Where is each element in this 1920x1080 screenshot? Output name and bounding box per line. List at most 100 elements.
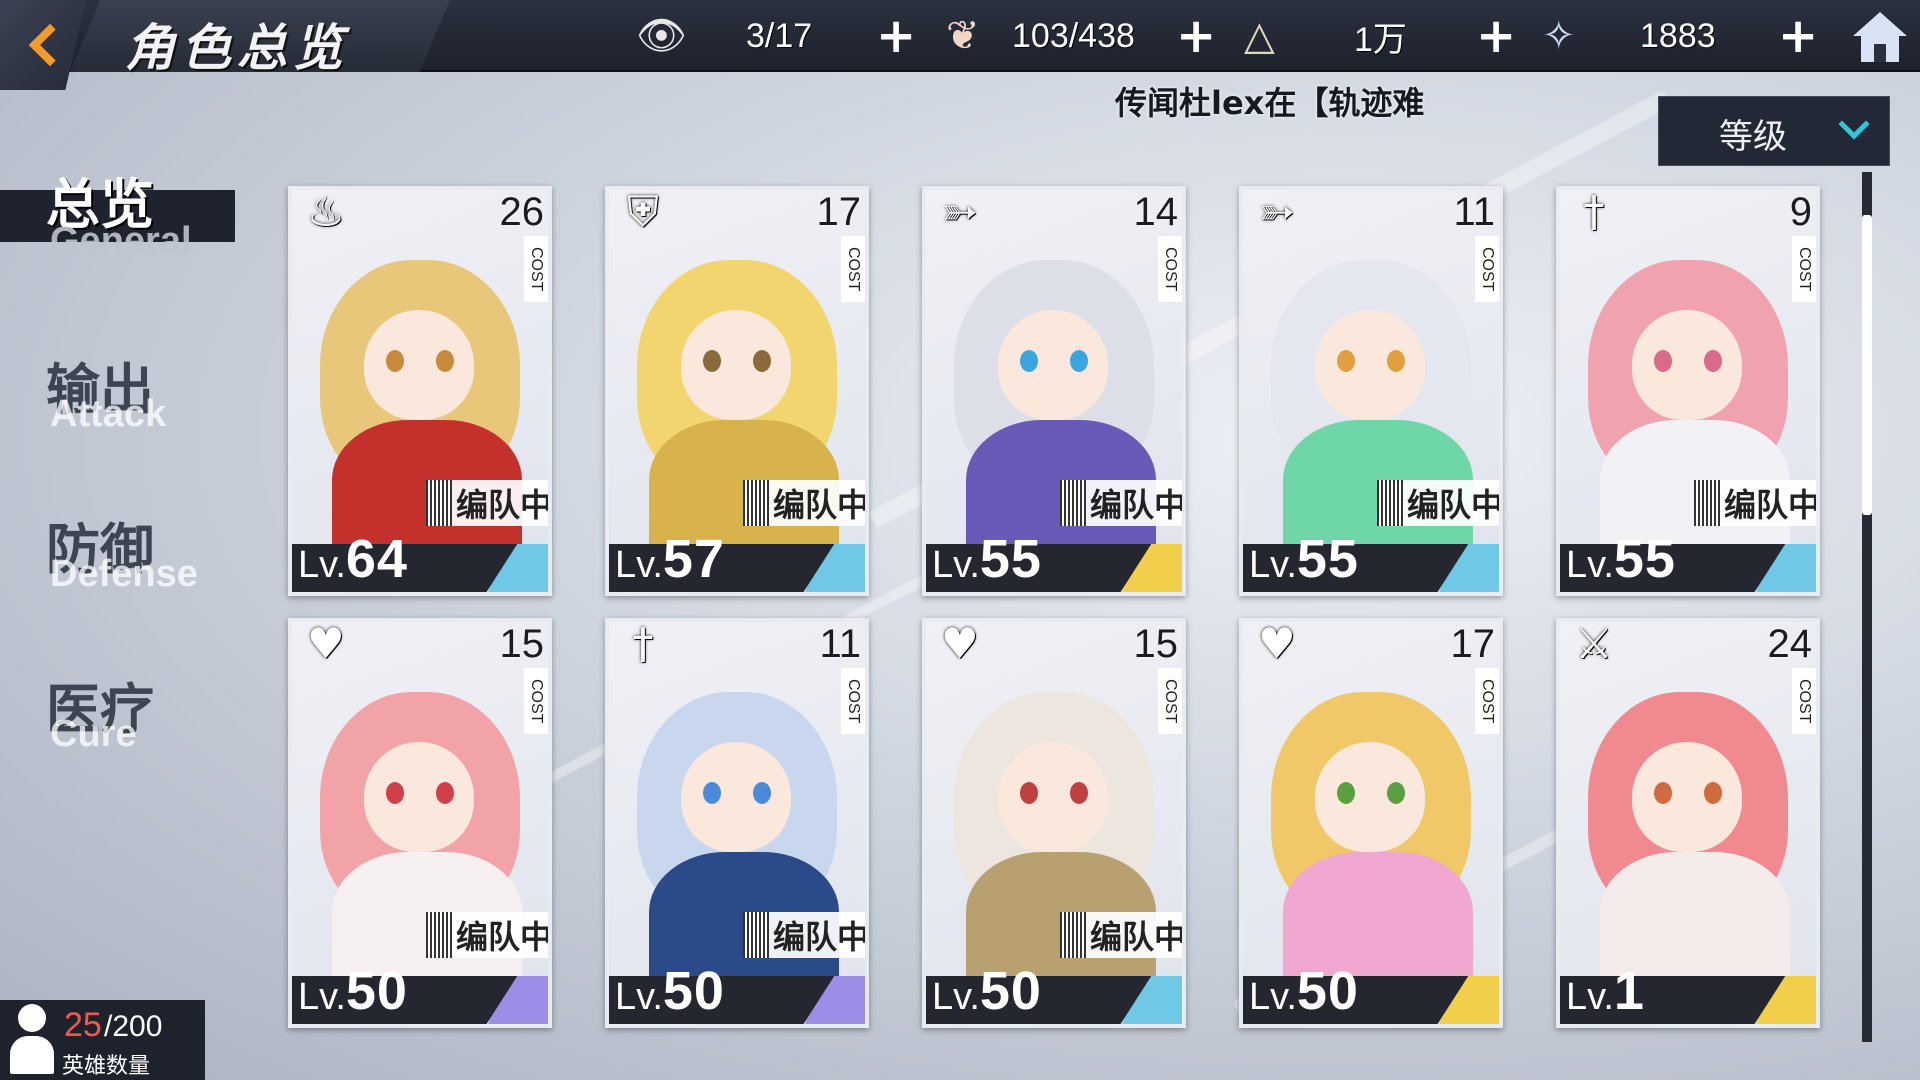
resource-pyramid-value: 1万 [1354, 12, 1407, 60]
resource-value: 103/438 [1012, 16, 1135, 55]
hero-eye [1337, 782, 1355, 804]
heart-wing-icon: ♥ [307, 619, 345, 668]
level-prefix: Lv. [932, 544, 980, 586]
barcode-icon [743, 912, 769, 958]
hero-eye [386, 350, 404, 372]
hero-level: Lv.55 [932, 528, 1042, 590]
add-eye-button[interactable]: + [876, 12, 916, 60]
page-title: 角色总览 [125, 18, 349, 77]
heart-wing-icon: ♥ [1258, 619, 1296, 668]
level-number: 50 [662, 961, 725, 1021]
back-arrow-icon [28, 23, 72, 67]
heart-wing-icon: ♥ [941, 619, 979, 668]
hero-face [681, 310, 791, 420]
hero-level: Lv.50 [932, 960, 1042, 1022]
back-button[interactable] [0, 0, 86, 90]
hero-card[interactable]: † 9 COST 编队中 Lv.55 [1556, 186, 1820, 596]
level-number: 57 [662, 529, 725, 589]
hero-level: Lv.50 [298, 960, 408, 1022]
hero-card[interactable]: ➳ 14 COST 编队中 Lv.55 [922, 186, 1186, 596]
hero-card[interactable]: ♥ 17 COST Lv.50 [1239, 618, 1503, 1028]
sort-dropdown[interactable]: 等级 [1658, 96, 1890, 166]
hero-cost: 11 [1453, 190, 1495, 234]
hero-level: Lv.50 [1249, 960, 1359, 1022]
level-prefix: Lv. [298, 976, 346, 1018]
level-prefix: Lv. [1566, 976, 1614, 1018]
level-prefix: Lv. [298, 544, 346, 586]
in-team-label: 编队中 [773, 918, 869, 956]
level-number: 1 [1613, 961, 1645, 1021]
hero-eye [1070, 350, 1088, 372]
resource-pyramid: △ [1244, 12, 1275, 60]
cost-label: COST [841, 668, 865, 734]
star-crystal-icon: ✧ [1542, 13, 1576, 59]
barcode-icon [426, 480, 452, 526]
home-icon [1853, 12, 1907, 62]
hero-cost: 14 [1133, 190, 1179, 234]
hero-card[interactable]: ♥ 15 COST 编队中 Lv.50 [288, 618, 552, 1028]
hero-eye [703, 782, 721, 804]
barcode-icon [1377, 480, 1403, 526]
category-cure[interactable]: 医疗 Cure [0, 665, 250, 765]
cost-label: COST [524, 236, 548, 302]
chevron-down-icon [1838, 108, 1870, 140]
category-general[interactable]: 总览 General [0, 160, 250, 270]
add-star-button[interactable]: + [1778, 12, 1818, 60]
sword-icon: † [1583, 187, 1605, 236]
cost-label: COST [524, 668, 548, 734]
hero-card[interactable]: ♨ 26 COST 编队中 Lv.64 [288, 186, 552, 596]
hero-eye [753, 782, 771, 804]
level-number: 50 [345, 961, 408, 1021]
hero-eye [386, 782, 404, 804]
category-attack[interactable]: 输出 Attack [0, 345, 250, 445]
hero-eye [1654, 782, 1672, 804]
hero-eye [1387, 350, 1405, 372]
hero-eye [1020, 782, 1038, 804]
hero-face [364, 742, 474, 852]
hero-level: Lv.1 [1566, 960, 1645, 1022]
flame-icon: ♨ [307, 187, 345, 236]
sword-icon: † [632, 619, 654, 668]
scrollbar-thumb[interactable] [1862, 215, 1872, 515]
hero-card[interactable]: ⚔ 24 COST Lv.1 [1556, 618, 1820, 1028]
hero-eye [1387, 782, 1405, 804]
barcode-icon [1060, 480, 1086, 526]
hero-card[interactable]: ➳ 11 COST 编队中 Lv.55 [1239, 186, 1503, 596]
in-team-label: 编队中 [456, 486, 552, 524]
category-label-en: Cure [50, 713, 137, 755]
in-team-badge: 编队中 [743, 480, 865, 526]
hero-eye [1654, 350, 1672, 372]
hero-card[interactable]: ⛨ 17 COST 编队中 Lv.57 [605, 186, 869, 596]
barcode-icon [1694, 480, 1720, 526]
in-team-label: 编队中 [1407, 486, 1503, 524]
hero-card[interactable]: † 11 COST 编队中 Lv.50 [605, 618, 869, 1028]
level-number: 50 [1296, 961, 1359, 1021]
level-number: 64 [345, 529, 408, 589]
hero-cost: 17 [1450, 622, 1496, 666]
hero-eye [436, 350, 454, 372]
hero-cost: 15 [1133, 622, 1179, 666]
cost-label: COST [1475, 236, 1499, 302]
news-ticker: 传闻杜lex在【轨迹难 [1115, 84, 1425, 120]
level-prefix: Lv. [1249, 976, 1297, 1018]
resource-star-value: 1883 [1640, 12, 1716, 60]
cost-label: COST [1475, 668, 1499, 734]
in-team-label: 编队中 [1724, 486, 1820, 524]
top-bar: 角色总览 👁 3/17 + ❦ 103/438 + △ 1万 + ✧ 1883 … [0, 0, 1920, 90]
add-stamina-button[interactable]: + [1176, 12, 1216, 60]
hero-eye [1337, 350, 1355, 372]
hero-eye [436, 782, 454, 804]
sort-selected: 等级 [1719, 117, 1787, 157]
hero-face [1315, 310, 1425, 420]
hero-card[interactable]: ♥ 15 COST 编队中 Lv.50 [922, 618, 1186, 1028]
hero-eye [1020, 350, 1038, 372]
hero-eye [1704, 782, 1722, 804]
barcode-icon [743, 480, 769, 526]
add-pyramid-button[interactable]: + [1476, 12, 1516, 60]
shield-icon: ⛨ [627, 187, 659, 236]
category-defense[interactable]: 防御 Defense [0, 505, 250, 605]
in-team-badge: 编队中 [1377, 480, 1503, 526]
pyramid-icon: △ [1244, 13, 1275, 59]
level-prefix: Lv. [615, 976, 663, 1018]
home-button[interactable] [1848, 6, 1912, 68]
